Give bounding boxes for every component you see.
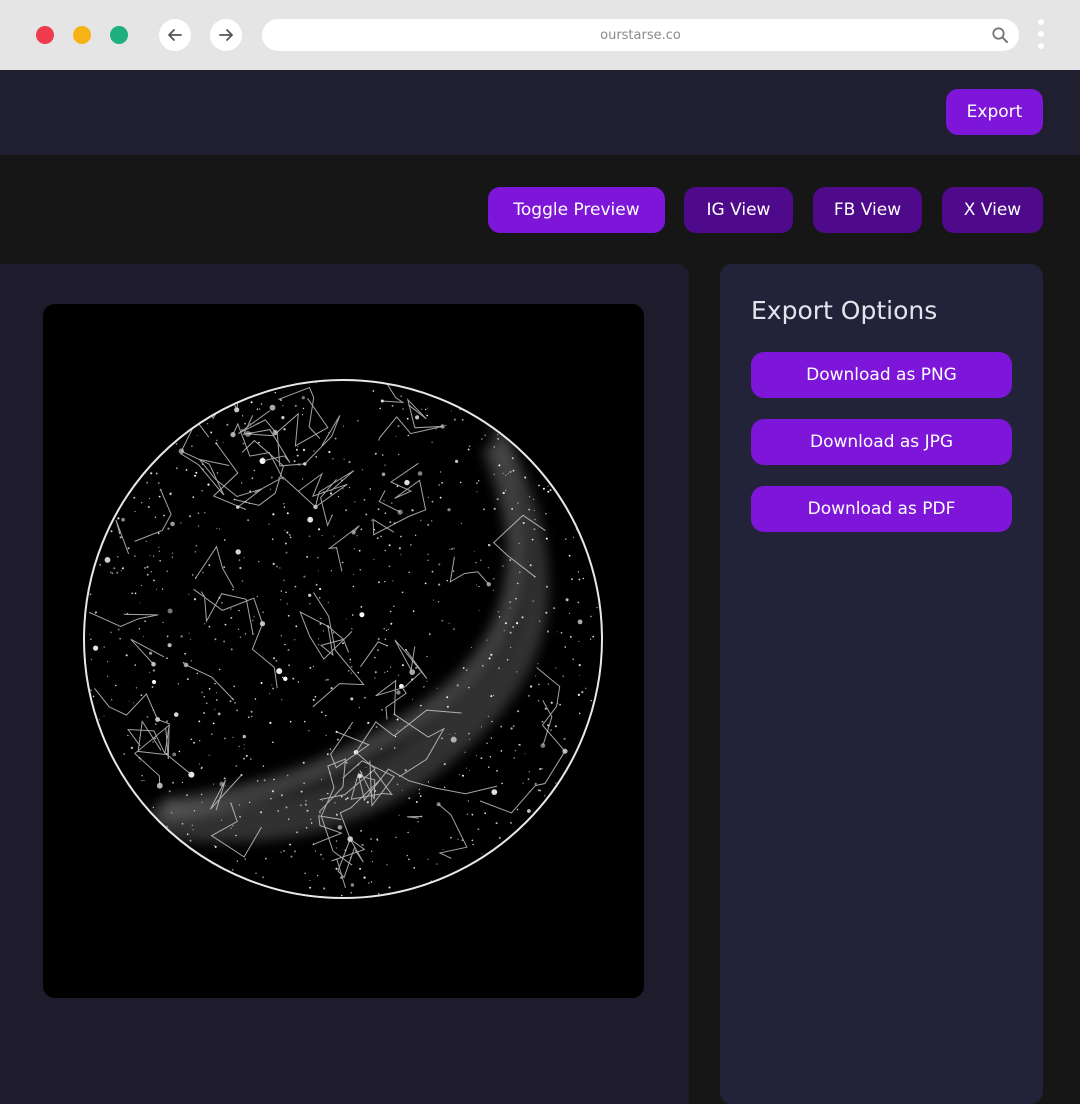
close-window-dot[interactable] (36, 26, 54, 44)
forward-arrow-icon (219, 29, 233, 41)
download-png-button[interactable]: Download as PNG (751, 352, 1012, 398)
download-jpg-button[interactable]: Download as JPG (751, 419, 1012, 465)
export-options-title: Export Options (751, 296, 938, 325)
star-map-preview (43, 304, 644, 998)
toggle-preview-button[interactable]: Toggle Preview (488, 187, 665, 233)
export-button[interactable]: Export (946, 89, 1043, 135)
back-button[interactable] (159, 19, 191, 51)
minimize-window-dot[interactable] (73, 26, 91, 44)
forward-button[interactable] (210, 19, 242, 51)
star-map-image (83, 379, 603, 899)
back-arrow-icon (168, 29, 182, 41)
download-pdf-button[interactable]: Download as PDF (751, 486, 1012, 532)
kebab-menu-icon[interactable] (1036, 19, 1046, 53)
address-bar[interactable]: ourstarse.co (262, 19, 1019, 51)
url-text: ourstarse.co (600, 27, 681, 43)
fb-view-button[interactable]: FB View (813, 187, 922, 233)
browser-chrome: ourstarse.co (0, 0, 1080, 71)
maximize-window-dot[interactable] (110, 26, 128, 44)
search-icon[interactable] (991, 26, 1009, 44)
ig-view-button[interactable]: IG View (684, 187, 793, 233)
app-header (0, 70, 1080, 155)
x-view-button[interactable]: X View (942, 187, 1043, 233)
